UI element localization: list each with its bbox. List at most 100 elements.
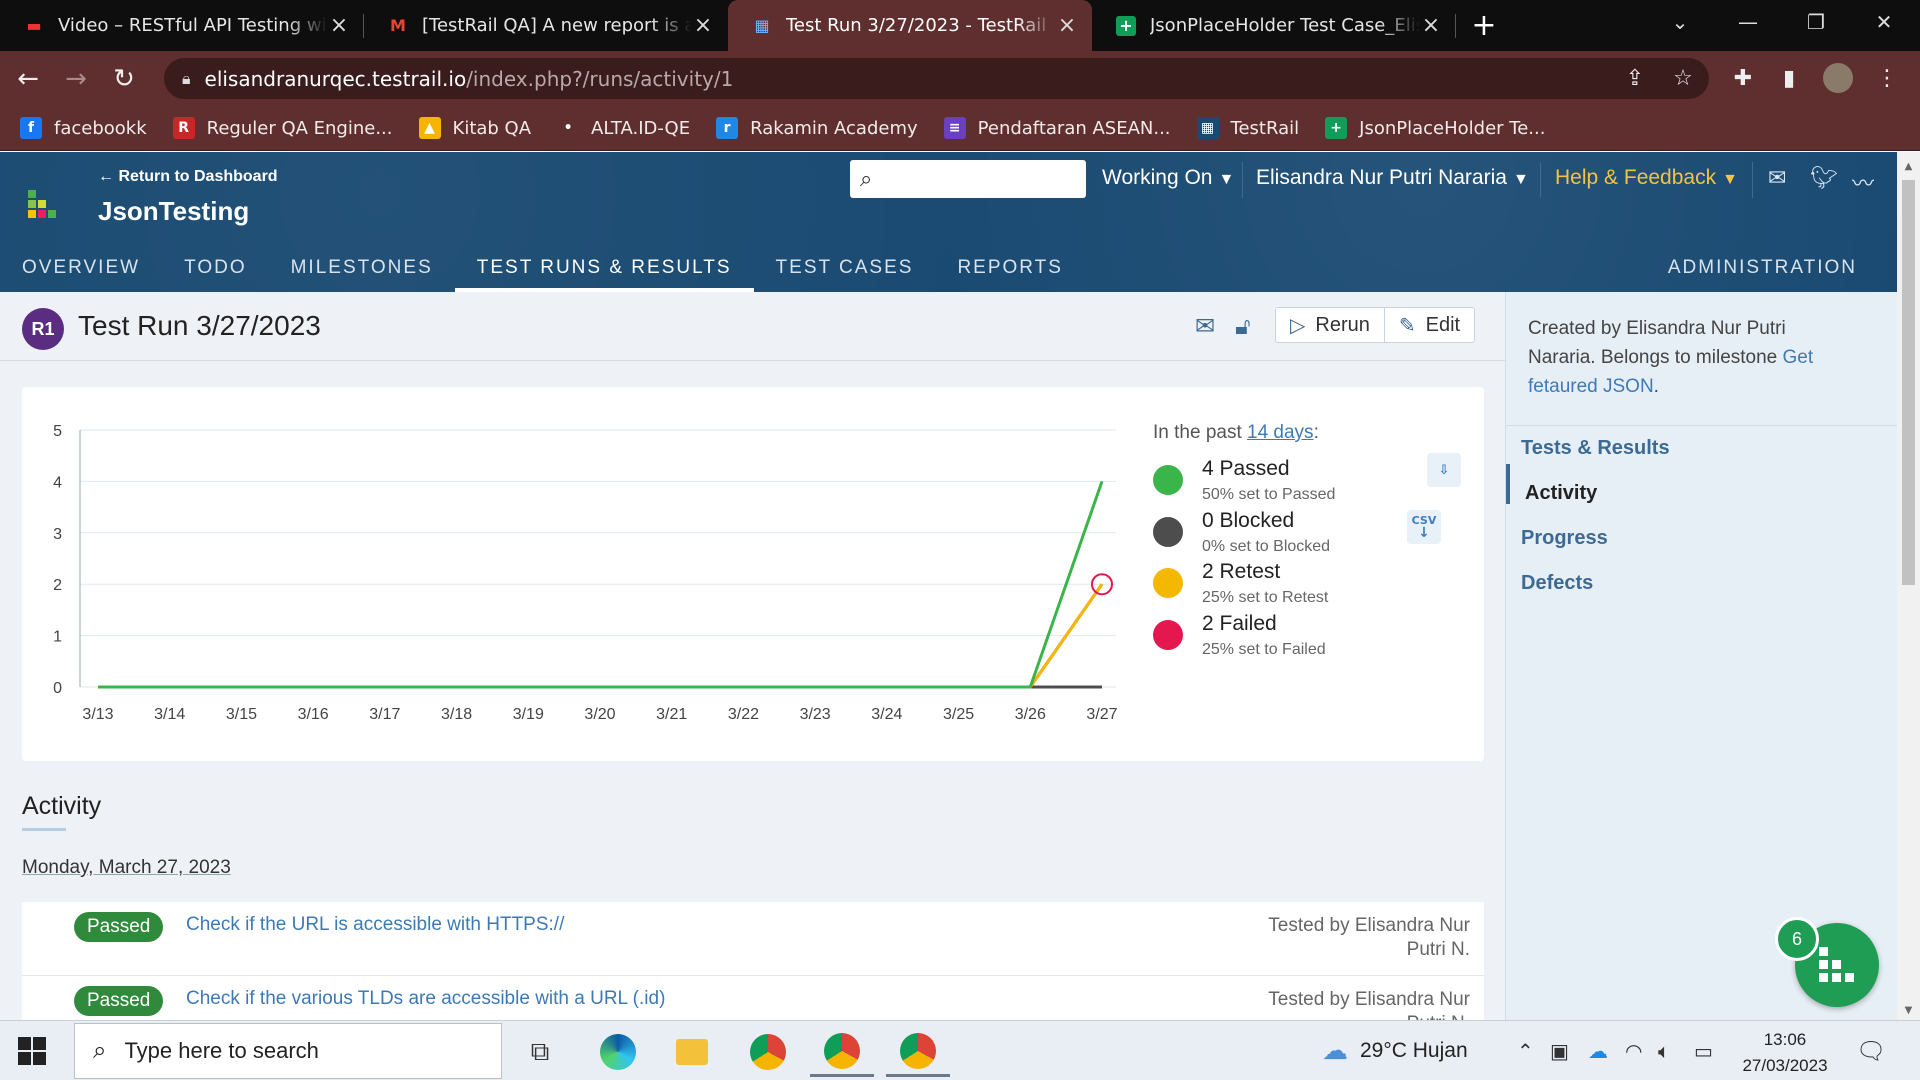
bookmark-item[interactable]: ▲ Kitab QA bbox=[418, 117, 531, 139]
edge-icon[interactable] bbox=[586, 1027, 650, 1077]
search-input[interactable]: ⌕ bbox=[850, 160, 1086, 198]
email-check-icon[interactable]: ✉ bbox=[1195, 312, 1215, 340]
y-tick-label: 0 bbox=[53, 680, 62, 697]
bookmark-item[interactable]: f facebookk bbox=[20, 117, 147, 139]
minimize-button[interactable]: — bbox=[1718, 0, 1778, 44]
onedrive-icon[interactable]: ☁ bbox=[1588, 1039, 1608, 1063]
sidebar-item-activity[interactable]: Activity bbox=[1525, 482, 1597, 505]
status-badge: Passed bbox=[74, 986, 164, 1016]
share-icon[interactable]: ⇪ bbox=[1618, 61, 1652, 95]
bookmark-item[interactable]: ≡ Pendaftaran ASEAN... bbox=[943, 117, 1171, 139]
restore-button[interactable]: ❐ bbox=[1786, 0, 1846, 44]
taskbar-search-input[interactable]: ⌕ Type here to search bbox=[74, 1023, 502, 1079]
windows-start-icon[interactable] bbox=[18, 1037, 46, 1065]
bookmark-item[interactable]: ▦ TestRail bbox=[1196, 117, 1299, 139]
twitter-icon[interactable]: 🐦︎ bbox=[1810, 166, 1838, 191]
close-icon[interactable]: × bbox=[692, 13, 714, 38]
x-tick-label: 3/25 bbox=[943, 706, 974, 723]
meet-icon[interactable]: ▣ bbox=[1550, 1039, 1569, 1063]
side-panel-icon[interactable]: ▮ bbox=[1772, 61, 1806, 95]
x-tick-label: 3/13 bbox=[82, 706, 113, 723]
star-icon[interactable]: ☆ bbox=[1666, 61, 1700, 95]
x-tick-label: 3/26 bbox=[1015, 706, 1046, 723]
tab-title: Video – RESTful API Testing with P bbox=[58, 15, 328, 36]
bookmark-icon: r bbox=[716, 117, 739, 139]
address-bar[interactable]: 🔒︎ elisandranurqec.testrail.io/index.php… bbox=[164, 58, 1709, 99]
page-scrollbar[interactable]: ▲ ▼ bbox=[1897, 152, 1920, 1020]
bookmark-item[interactable]: + JsonPlaceHolder Te... bbox=[1325, 117, 1545, 139]
chrome-icon[interactable] bbox=[736, 1027, 800, 1077]
rss-icon[interactable]: 〰 bbox=[1852, 166, 1874, 198]
days-link[interactable]: 14 days bbox=[1247, 422, 1314, 443]
download-chart-icon[interactable]: ⇩ bbox=[1427, 453, 1461, 487]
browser-tab-active[interactable]: ▦ Test Run 3/27/2023 - TestRail × bbox=[728, 0, 1092, 51]
file-explorer-icon[interactable] bbox=[660, 1027, 724, 1077]
url-host: elisandranurqec.testrail.io bbox=[204, 66, 467, 91]
browser-tab[interactable]: ▬ Video – RESTful API Testing with P × bbox=[0, 0, 364, 51]
sidebar-item-tests-results[interactable]: Tests & Results bbox=[1521, 437, 1670, 460]
legend-item: 4 Passed 50% set to Passed bbox=[1153, 457, 1453, 513]
menu-icon[interactable]: ⋮ bbox=[1870, 61, 1904, 95]
user-menu[interactable]: Elisandra Nur Putri Nararia ▼ bbox=[1256, 166, 1529, 190]
close-icon[interactable]: × bbox=[1056, 13, 1078, 38]
bookmark-item[interactable]: r Rakamin Academy bbox=[716, 117, 918, 139]
test-title-link[interactable]: Check if the various TLDs are accessible… bbox=[186, 988, 665, 1010]
csv-download-icon[interactable]: CSV ↓ bbox=[1407, 510, 1441, 544]
browser-tab[interactable]: M [TestRail QA] A new report is avai × bbox=[364, 0, 728, 51]
sidebar-item-progress[interactable]: Progress bbox=[1521, 527, 1608, 550]
help-feedback-menu[interactable]: Help & Feedback ▼ bbox=[1555, 166, 1738, 190]
chrome-profile-icon[interactable] bbox=[810, 1027, 874, 1077]
notification-icon[interactable]: 🗨︎ bbox=[1856, 1037, 1886, 1065]
forward-icon[interactable]: → bbox=[56, 59, 96, 99]
bookmark-label: Reguler QA Engine... bbox=[206, 117, 393, 139]
close-window-button[interactable]: ✕ bbox=[1854, 0, 1914, 44]
browser-tab[interactable]: + JsonPlaceHolder Test Case_Elisan × bbox=[1092, 0, 1456, 51]
wifi-icon[interactable]: ◠ bbox=[1625, 1039, 1642, 1063]
x-tick-label: 3/20 bbox=[584, 706, 615, 723]
avatar[interactable] bbox=[1821, 61, 1855, 95]
scroll-down-icon[interactable]: ▼ bbox=[1897, 1000, 1920, 1020]
chrome-profile-e-icon[interactable] bbox=[886, 1027, 950, 1077]
working-on-menu[interactable]: Working On ▼ bbox=[1102, 166, 1234, 190]
system-clock[interactable]: 13:06 27/03/2023 bbox=[1730, 1027, 1840, 1079]
legend-sub: 0% set to Blocked bbox=[1202, 537, 1331, 555]
reload-icon[interactable]: ↻ bbox=[104, 59, 144, 99]
close-icon[interactable]: × bbox=[1420, 13, 1442, 38]
rerun-label: Rerun bbox=[1315, 313, 1370, 336]
run-actions: ▷ Rerun ✎ Edit bbox=[1275, 307, 1476, 343]
sidebar-item-defects[interactable]: Defects bbox=[1521, 572, 1593, 595]
volume-icon[interactable]: 🔈︎ bbox=[1658, 1039, 1670, 1063]
x-tick-label: 3/24 bbox=[871, 706, 902, 723]
back-icon[interactable]: ← bbox=[8, 59, 48, 99]
test-title-link[interactable]: Check if the URL is accessible with HTTP… bbox=[186, 914, 564, 936]
testrail-header: ← Return to Dashboard JsonTesting ⌕ Work… bbox=[0, 152, 1897, 292]
scroll-thumb[interactable] bbox=[1902, 180, 1915, 585]
new-tab-button[interactable]: + bbox=[1464, 0, 1504, 51]
bookmark-item[interactable]: R Reguler QA Engine... bbox=[172, 117, 393, 139]
edit-button[interactable]: ✎ Edit bbox=[1383, 308, 1474, 342]
weather-widget[interactable]: ☁ 29°C Hujan bbox=[1322, 1035, 1468, 1066]
legend-sub: 50% set to Passed bbox=[1202, 486, 1336, 503]
tab-reports[interactable]: REPORTS bbox=[935, 244, 1085, 292]
tab-test-cases[interactable]: TEST CASES bbox=[754, 244, 936, 292]
battery-icon[interactable]: ▭ bbox=[1694, 1039, 1713, 1063]
tab-milestones[interactable]: MILESTONES bbox=[269, 244, 455, 292]
tab-overview[interactable]: OVERVIEW bbox=[0, 244, 162, 292]
chevron-up-icon[interactable]: ⌃ bbox=[1517, 1039, 1534, 1063]
lock-icon[interactable]: 🔓︎ bbox=[1235, 312, 1251, 340]
tab-todo[interactable]: TODO bbox=[162, 244, 269, 292]
bookmark-label: Pendaftaran ASEAN... bbox=[977, 117, 1171, 139]
tab-search-icon[interactable]: ⌄ bbox=[1650, 0, 1710, 44]
extensions-icon[interactable]: ✚ bbox=[1726, 61, 1760, 95]
rerun-button[interactable]: ▷ Rerun bbox=[1276, 308, 1384, 342]
tab-test-runs-results[interactable]: TEST RUNS & RESULTS bbox=[454, 244, 754, 292]
return-to-dashboard-link[interactable]: ← Return to Dashboard bbox=[98, 168, 278, 186]
bookmark-label: JsonPlaceHolder Te... bbox=[1359, 117, 1546, 139]
close-icon[interactable]: × bbox=[328, 13, 350, 38]
task-view-icon[interactable]: ⧉ bbox=[508, 1027, 572, 1077]
mail-icon[interactable]: ✉ bbox=[1768, 166, 1786, 191]
tab-administration[interactable]: ADMINISTRATION bbox=[1668, 244, 1857, 292]
tested-by: Tested by Elisandra Nur Putri N. bbox=[1268, 989, 1470, 1020]
bookmark-item[interactable]: • ALTA.ID-QE bbox=[557, 117, 690, 139]
scroll-up-icon[interactable]: ▲ bbox=[1897, 156, 1920, 176]
